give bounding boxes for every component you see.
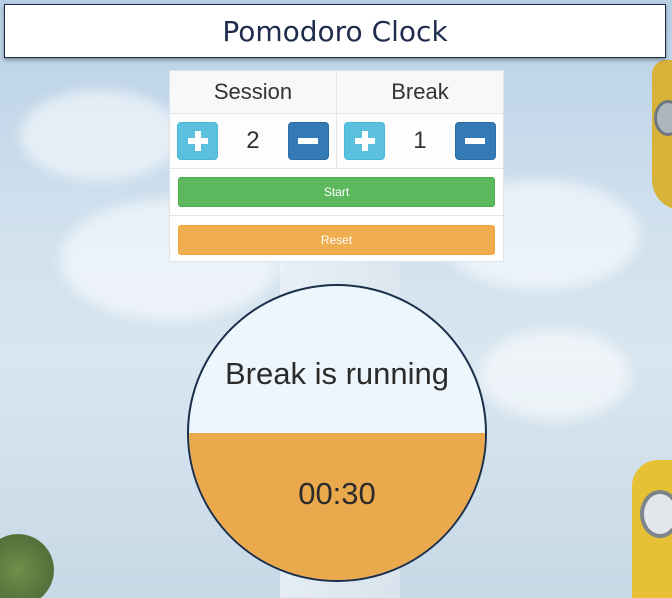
break-length-value: 1 [413,127,427,154]
app-header: Pomodoro Clock [4,4,666,58]
minus-icon [465,138,486,144]
minus-icon [298,138,319,144]
break-decrement-button[interactable] [454,122,496,160]
tree-image [0,528,60,598]
clock-status-text: Break is running [224,356,449,391]
session-label: Session [170,71,336,113]
session-decrement-button[interactable] [287,122,329,160]
plus-icon [187,131,208,151]
reset-button[interactable]: Reset [178,224,495,255]
minion-image [632,460,672,598]
break-increment-button[interactable] [344,122,386,160]
break-controls: 1 [336,114,503,168]
controls-row: 2 1 [170,114,503,169]
session-length-value: 2 [246,127,260,154]
plus-icon [354,131,375,151]
clock-time-text: 00:30 [298,476,376,511]
minion-image [652,60,672,210]
session-increment-button[interactable] [177,122,219,160]
page-title: Pomodoro Clock [222,14,448,48]
start-button[interactable]: Start [178,177,495,207]
labels-row: Session Break [170,71,503,114]
clock-display[interactable]: Break is running 00:30 [187,284,487,582]
reset-row: Reset [170,216,503,263]
start-row: Start [170,169,503,216]
settings-panel: Session Break 2 1 Start Reset [169,70,504,262]
session-controls: 2 [170,114,336,168]
break-label: Break [336,71,503,113]
